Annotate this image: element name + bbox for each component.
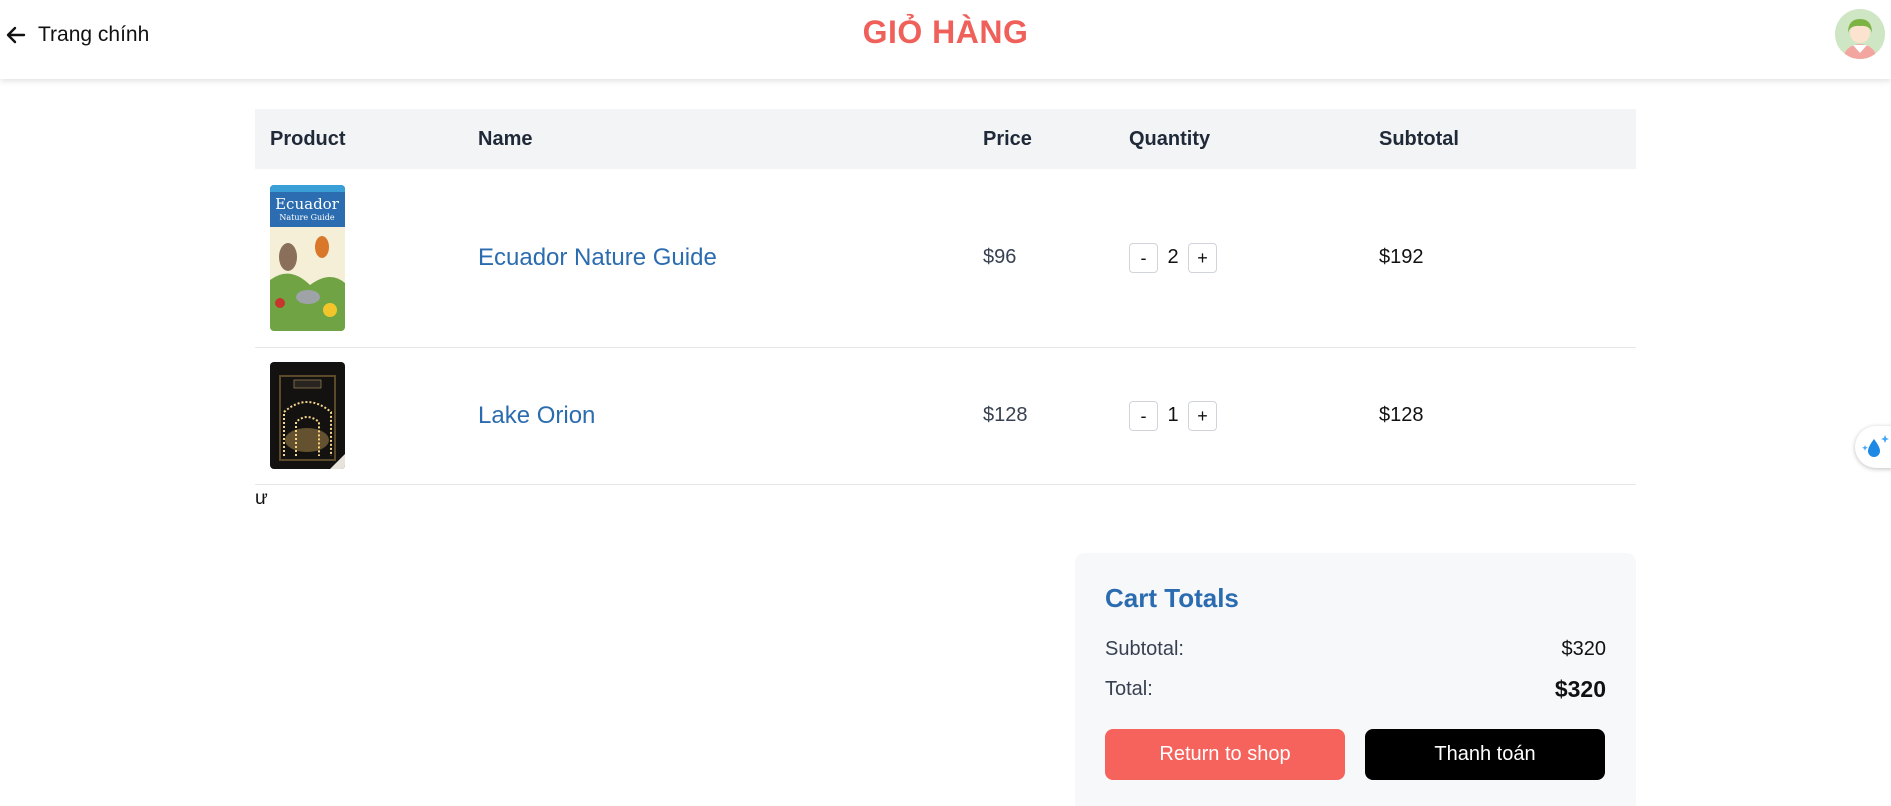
- product-image-cell: [255, 347, 463, 485]
- column-header-product: Product: [255, 109, 463, 169]
- increase-quantity-button[interactable]: +: [1188, 242, 1217, 273]
- subtotal-value: $320: [1561, 637, 1607, 660]
- product-price: $128: [983, 404, 1028, 426]
- quantity-cell: - 2 +: [1114, 169, 1364, 348]
- lake-orion-book-cover-icon[interactable]: [270, 362, 345, 469]
- column-header-name: Name: [463, 109, 968, 169]
- water-drop-sparkle-icon: [1862, 435, 1889, 457]
- subtotal-row: Subtotal: $320: [1105, 635, 1606, 663]
- price-cell: $96: [968, 169, 1114, 348]
- product-name-cell: Ecuador Nature Guide: [463, 169, 968, 348]
- table-header-row: Product Name Price Quantity Subtotal: [255, 109, 1636, 169]
- ecuador-book-cover-icon[interactable]: Ecuador Nature Guide: [270, 184, 345, 331]
- increase-quantity-button[interactable]: +: [1188, 400, 1217, 431]
- total-value: $320: [1554, 675, 1606, 702]
- row-subtotal: $128: [1379, 404, 1424, 426]
- quantity-value: 2: [1167, 246, 1179, 269]
- cart-totals-panel: Cart Totals Subtotal: $320 Total: $320 R…: [1075, 553, 1636, 806]
- quantity-stepper: - 2 +: [1129, 242, 1364, 273]
- row-subtotal: $192: [1379, 246, 1424, 269]
- top-header: Trang chính GIỎ HÀNG: [0, 0, 1891, 79]
- page-title: GIỎ HÀNG: [862, 14, 1029, 50]
- quantity-cell: - 1 +: [1114, 347, 1364, 485]
- product-image-cell: Ecuador Nature Guide: [255, 169, 463, 348]
- column-header-quantity: Quantity: [1114, 109, 1364, 169]
- cart-totals-title: Cart Totals: [1105, 583, 1239, 613]
- product-name-link[interactable]: Lake Orion: [478, 402, 595, 429]
- quantity-stepper: - 1 +: [1129, 400, 1364, 431]
- column-header-subtotal: Subtotal: [1364, 109, 1636, 169]
- table-row: Ecuador Nature Guide Ecuador Nature Guid…: [255, 169, 1636, 348]
- stray-text: ư: [255, 488, 268, 509]
- user-avatar[interactable]: [1835, 9, 1885, 59]
- checkout-button[interactable]: Thanh toán: [1365, 729, 1605, 780]
- subtotal-cell: $128: [1364, 347, 1636, 485]
- product-name-link[interactable]: Ecuador Nature Guide: [478, 244, 717, 271]
- avatar-icon: [1835, 9, 1885, 59]
- totals-actions: Return to shop Thanh toán: [1105, 729, 1606, 780]
- svg-text:Ecuador: Ecuador: [275, 195, 340, 213]
- product-name-cell: Lake Orion: [463, 347, 968, 485]
- table-row: Lake Orion $128 - 1 + $128: [255, 347, 1636, 485]
- svg-text:Nature Guide: Nature Guide: [279, 213, 334, 222]
- return-to-shop-button[interactable]: Return to shop: [1105, 729, 1345, 780]
- subtotal-cell: $192: [1364, 169, 1636, 348]
- quantity-value: 1: [1167, 404, 1179, 426]
- decrease-quantity-button[interactable]: -: [1129, 242, 1158, 273]
- total-row: Total: $320: [1105, 675, 1606, 703]
- floating-assistant-button[interactable]: [1855, 426, 1891, 468]
- product-price: $96: [983, 246, 1017, 269]
- column-header-price: Price: [968, 109, 1114, 169]
- subtotal-label: Subtotal:: [1105, 637, 1184, 660]
- cart-table: Product Name Price Quantity Subtotal Ecu…: [255, 109, 1636, 485]
- price-cell: $128: [968, 347, 1114, 485]
- total-label: Total:: [1105, 677, 1153, 700]
- decrease-quantity-button[interactable]: -: [1129, 400, 1158, 431]
